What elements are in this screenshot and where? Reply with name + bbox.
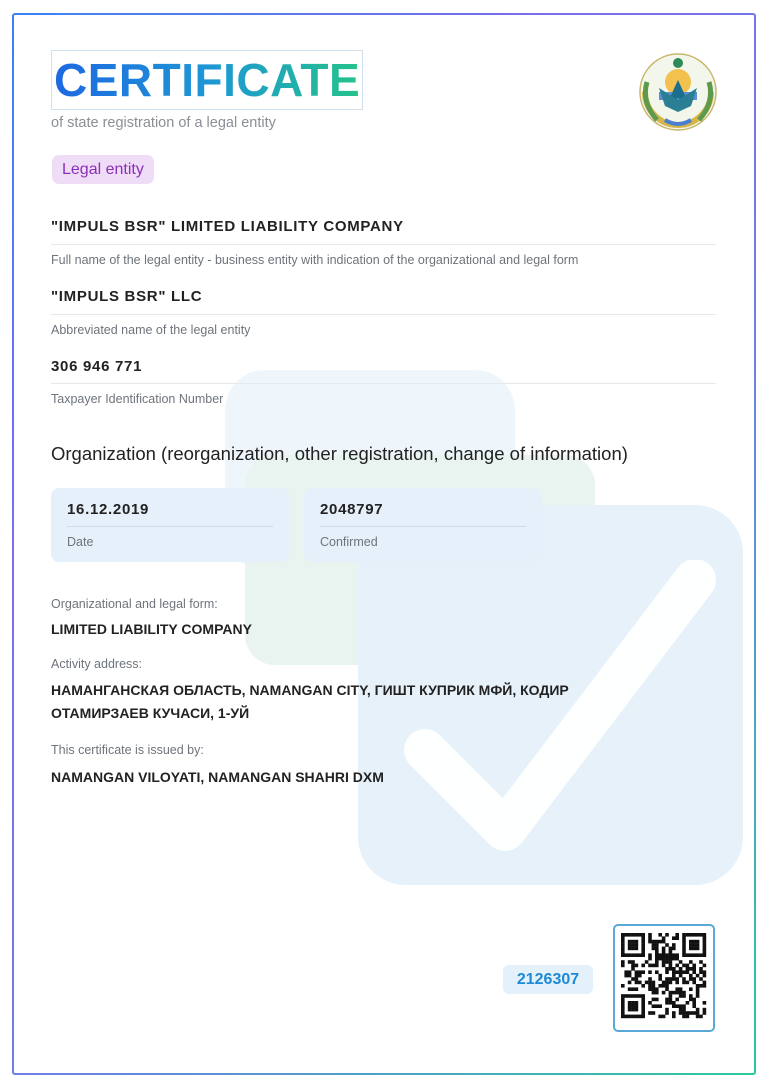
certificate-title: CERTIFICATE [51,50,364,110]
divider [51,314,716,315]
address-label: Activity address: [51,657,143,671]
tin-label: Taxpayer Identification Number [51,392,224,406]
divider [51,383,716,384]
qr-code-icon [621,933,707,1019]
state-emblem-icon [639,53,717,131]
certificate-number: 2126307 [503,965,593,994]
confirmed-card: 2048797 Confirmed [304,488,542,562]
full-name-label: Full name of the legal entity - business… [51,253,579,267]
legal-form-value: LIMITED LIABILITY COMPANY [51,621,252,637]
date-card: 16.12.2019 Date [51,488,289,562]
tin-value: 306 946 771 [51,358,143,375]
confirmed-value: 2048797 [320,501,384,518]
certificate-subtitle: of state registration of a legal entity [51,115,276,131]
divider [51,244,716,245]
date-value: 16.12.2019 [67,501,150,518]
legal-form-label: Organizational and legal form: [51,597,218,611]
confirmed-label: Confirmed [320,535,378,549]
issuer-label: This certificate is issued by: [51,743,204,757]
short-name-label: Abbreviated name of the legal entity [51,323,251,337]
full-name-value: "IMPULS BSR" LIMITED LIABILITY COMPANY [51,218,404,235]
date-label: Date [67,535,94,549]
qr-code[interactable] [613,924,715,1032]
address-line-2: ОТАМИРЗАЕВ КУЧАСИ, 1-УЙ [51,705,250,721]
divider [320,526,526,527]
address-line-1: НАМАНГАНСКАЯ ОБЛАСТЬ, NAMANGAN CITY, ГИШ… [51,682,569,698]
divider [67,526,273,527]
short-name-value: "IMPULS BSR" LLC [51,288,203,305]
section-title: Organization (reorganization, other regi… [51,443,628,464]
legal-entity-badge: Legal entity [52,155,154,184]
issuer-value: NAMANGAN VILOYATI, NAMANGAN SHAHRI DXM [51,769,384,785]
